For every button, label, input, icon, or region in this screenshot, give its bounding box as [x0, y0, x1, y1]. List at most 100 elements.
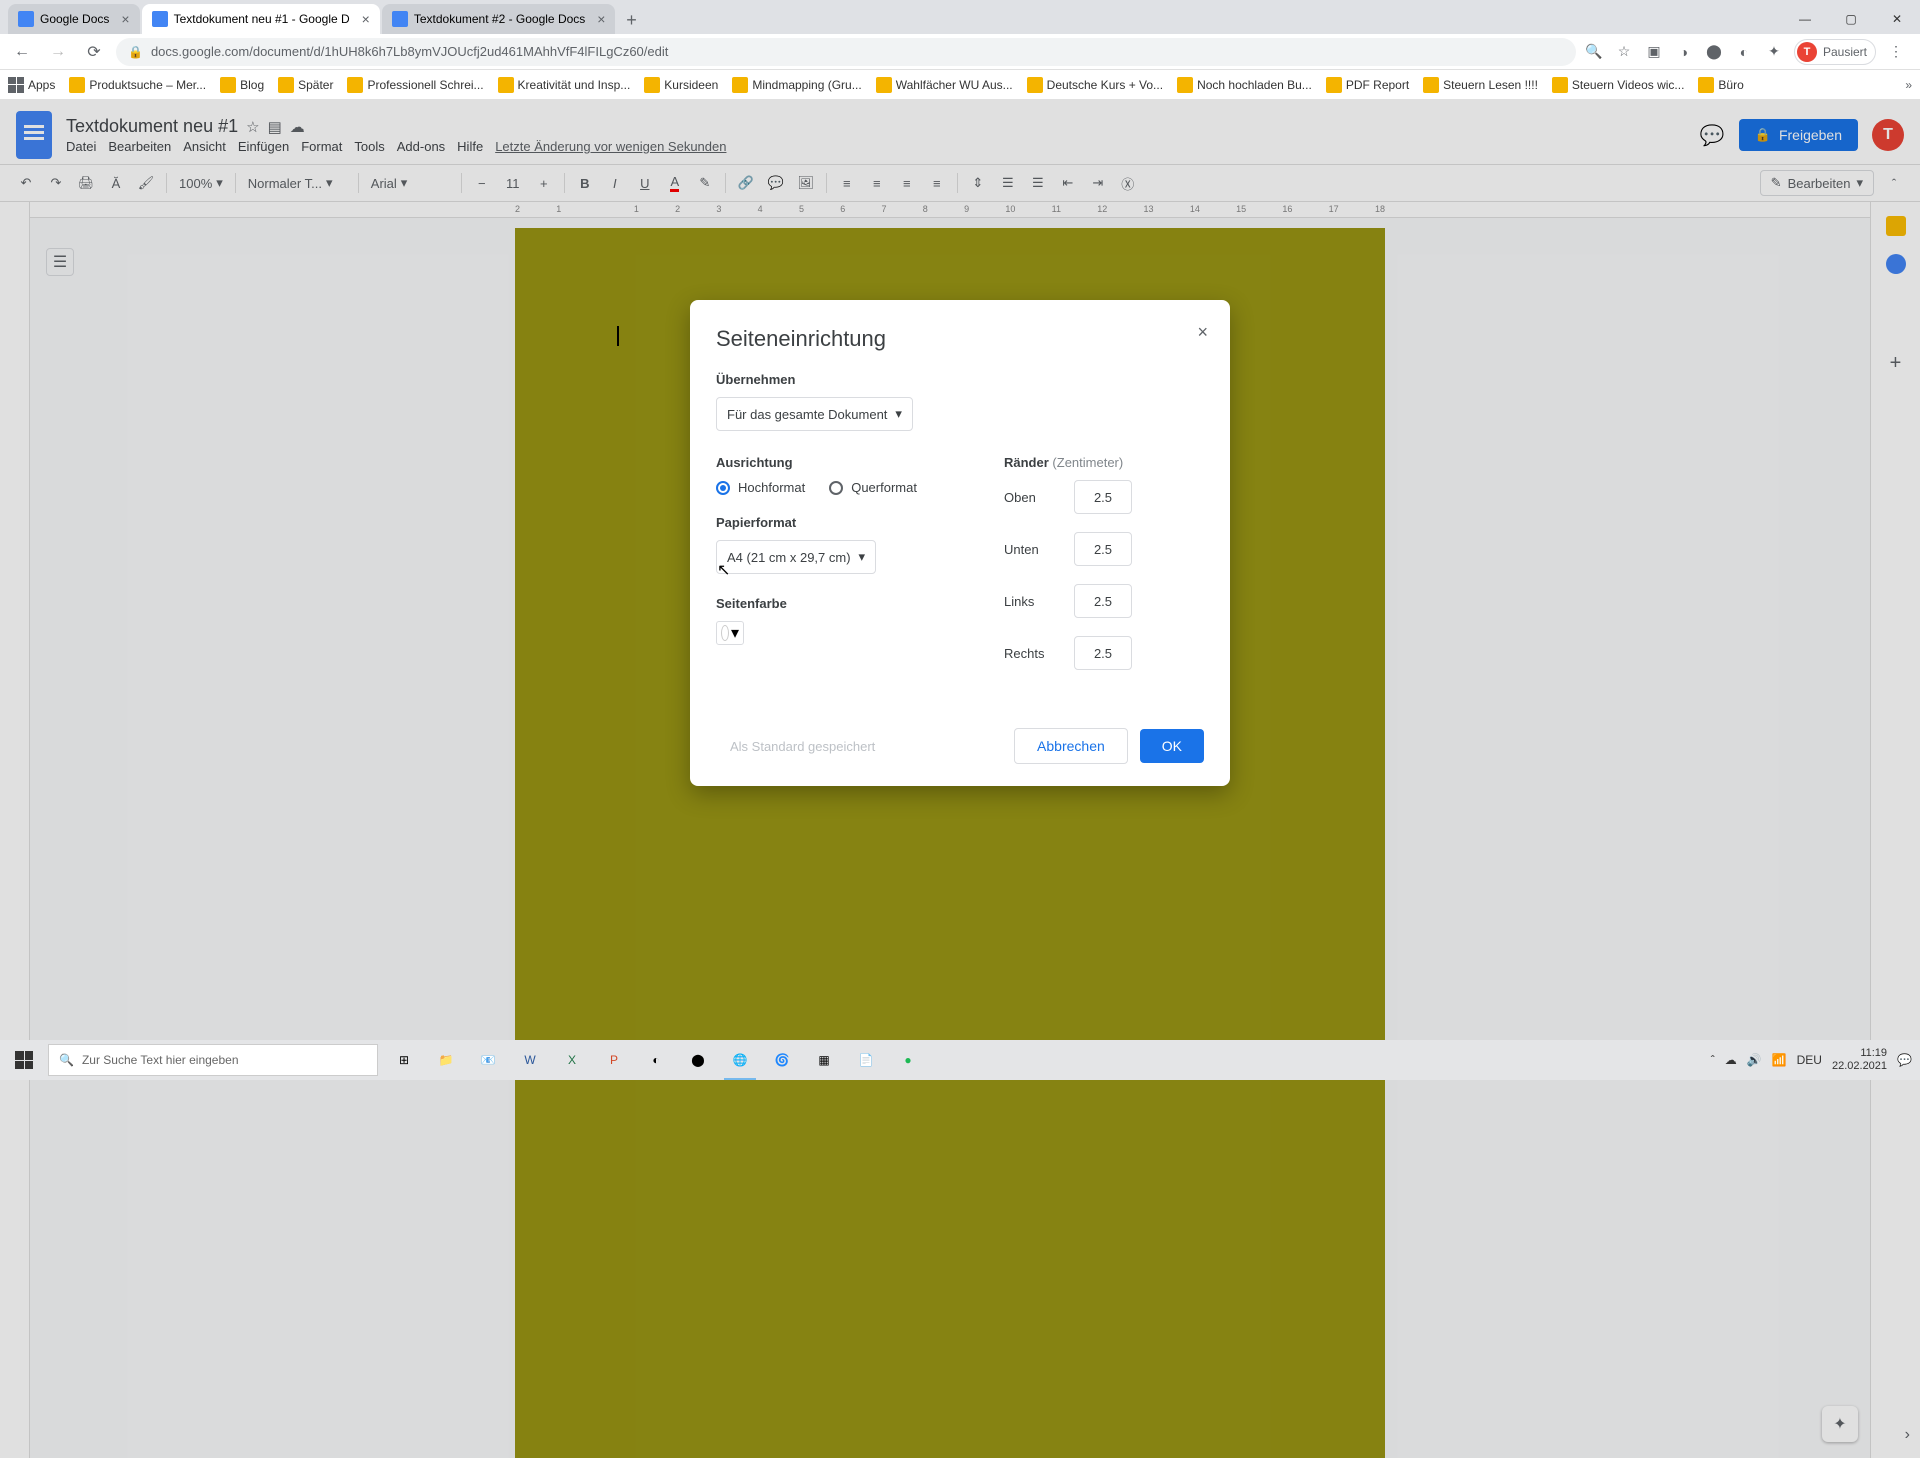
powerpoint-icon[interactable]: P: [594, 1040, 634, 1080]
close-window-button[interactable]: ✕: [1874, 4, 1920, 34]
zoom-icon[interactable]: 🔍: [1584, 42, 1604, 62]
app-icon[interactable]: ▦: [804, 1040, 844, 1080]
language-indicator[interactable]: DEU: [1797, 1053, 1822, 1067]
tab-title: Google Docs: [40, 12, 109, 26]
color-circle-icon: [721, 625, 729, 641]
start-button[interactable]: [0, 1040, 48, 1080]
excel-icon[interactable]: X: [552, 1040, 592, 1080]
bookmark-item[interactable]: Noch hochladen Bu...: [1177, 77, 1312, 93]
app-icon[interactable]: ◐: [636, 1040, 676, 1080]
back-button[interactable]: ←: [8, 38, 36, 66]
bookmark-item[interactable]: Deutsche Kurs + Vo...: [1027, 77, 1163, 93]
bookmark-item[interactable]: Kreativität und Insp...: [498, 77, 631, 93]
extension-icon[interactable]: ⬤: [1704, 42, 1724, 62]
margin-right-input[interactable]: [1074, 636, 1132, 670]
browser-menu-icon[interactable]: ⋮: [1886, 42, 1906, 62]
bookmark-item[interactable]: Büro: [1698, 77, 1743, 93]
page-color-select[interactable]: ▾: [716, 621, 744, 645]
bookmarks-overflow-icon[interactable]: »: [1905, 78, 1912, 92]
margins-label: Ränder (Zentimeter): [1004, 455, 1204, 470]
bookmark-item[interactable]: Professionell Schrei...: [347, 77, 483, 93]
bookmark-item[interactable]: Produktsuche – Mer...: [69, 77, 206, 93]
browser-titlebar: Google Docs × Textdokument neu #1 - Goog…: [0, 0, 1920, 34]
folder-icon: [278, 77, 294, 93]
orientation-label: Ausrichtung: [716, 455, 954, 470]
orientation-portrait-radio[interactable]: Hochformat: [716, 480, 805, 495]
close-icon[interactable]: ×: [362, 11, 370, 27]
extensions-menu-icon[interactable]: ✦: [1764, 42, 1784, 62]
tab-title: Textdokument #2 - Google Docs: [414, 12, 585, 26]
chevron-down-icon: ▾: [895, 406, 902, 422]
maximize-button[interactable]: ▢: [1828, 4, 1874, 34]
margin-top-input[interactable]: [1074, 480, 1132, 514]
bookmark-item[interactable]: Wahlfächer WU Aus...: [876, 77, 1013, 93]
minimize-button[interactable]: —: [1782, 4, 1828, 34]
taskbar-search-input[interactable]: 🔍 Zur Suche Text hier eingeben: [48, 1044, 378, 1076]
close-icon[interactable]: ×: [597, 11, 605, 27]
notifications-icon[interactable]: 💬: [1897, 1053, 1912, 1067]
margin-bottom-input[interactable]: [1074, 532, 1132, 566]
explorer-icon[interactable]: 📁: [426, 1040, 466, 1080]
cancel-button[interactable]: Abbrechen: [1014, 728, 1128, 764]
close-icon[interactable]: ×: [121, 11, 129, 27]
system-tray: ˆ ☁ 🔊 📶 DEU 11:19 22.02.2021 💬: [1711, 1047, 1920, 1073]
apply-to-select[interactable]: Für das gesamte Dokument▾: [716, 397, 913, 431]
chevron-down-icon: ▾: [731, 623, 739, 643]
folder-icon: [644, 77, 660, 93]
url-text: docs.google.com/document/d/1hUH8k6h7Lb8y…: [151, 44, 668, 59]
margin-bottom-label: Unten: [1004, 542, 1074, 557]
bookmark-item[interactable]: Steuern Lesen !!!!: [1423, 77, 1538, 93]
folder-icon: [347, 77, 363, 93]
url-input[interactable]: 🔒 docs.google.com/document/d/1hUH8k6h7Lb…: [116, 38, 1576, 66]
browser-tabs: Google Docs × Textdokument neu #1 - Goog…: [0, 0, 645, 34]
volume-icon[interactable]: 🔊: [1747, 1053, 1762, 1067]
bookmark-item[interactable]: Steuern Videos wic...: [1552, 77, 1685, 93]
folder-icon: [1698, 77, 1714, 93]
task-view-button[interactable]: ⊞: [384, 1040, 424, 1080]
bookmark-item[interactable]: Mindmapping (Gru...: [732, 77, 861, 93]
address-bar: ← → ⟳ 🔒 docs.google.com/document/d/1hUH8…: [0, 34, 1920, 70]
margin-top-label: Oben: [1004, 490, 1074, 505]
clock[interactable]: 11:19 22.02.2021: [1832, 1047, 1887, 1073]
paper-size-select[interactable]: A4 (21 cm x 29,7 cm)▾: [716, 540, 876, 574]
ok-button[interactable]: OK: [1140, 729, 1204, 763]
tab-title: Textdokument neu #1 - Google D: [174, 12, 350, 26]
extension-icon[interactable]: ▣: [1644, 42, 1664, 62]
margin-right-label: Rechts: [1004, 646, 1074, 661]
extension-icon[interactable]: ◑: [1674, 42, 1694, 62]
browser-tab[interactable]: Google Docs ×: [8, 4, 140, 34]
bookmark-item[interactable]: Später: [278, 77, 333, 93]
orientation-landscape-radio[interactable]: Querformat: [829, 480, 917, 495]
profile-button[interactable]: T Pausiert: [1794, 39, 1876, 65]
avatar-icon: T: [1797, 42, 1817, 62]
page-color-label: Seitenfarbe: [716, 596, 954, 611]
bookmark-item[interactable]: Kursideen: [644, 77, 718, 93]
forward-button[interactable]: →: [44, 38, 72, 66]
reload-button[interactable]: ⟳: [80, 38, 108, 66]
browser-tab[interactable]: Textdokument neu #1 - Google D ×: [142, 4, 380, 34]
chrome-icon[interactable]: 🌐: [720, 1040, 760, 1080]
lock-icon: 🔒: [128, 45, 143, 59]
app-icon[interactable]: ⬤: [678, 1040, 718, 1080]
apps-icon: [8, 77, 24, 93]
margin-left-input[interactable]: [1074, 584, 1132, 618]
chevron-down-icon: ▾: [859, 549, 866, 565]
dialog-close-button[interactable]: ×: [1197, 322, 1208, 343]
extension-icon[interactable]: ◐: [1734, 42, 1754, 62]
mail-icon[interactable]: 📧: [468, 1040, 508, 1080]
spotify-icon[interactable]: ●: [888, 1040, 928, 1080]
word-icon[interactable]: W: [510, 1040, 550, 1080]
bookmark-star-icon[interactable]: ☆: [1614, 42, 1634, 62]
notepad-icon[interactable]: 📄: [846, 1040, 886, 1080]
edge-icon[interactable]: 🌀: [762, 1040, 802, 1080]
tray-chevron-icon[interactable]: ˆ: [1711, 1053, 1715, 1067]
wifi-icon[interactable]: 📶: [1772, 1053, 1787, 1067]
browser-tab[interactable]: Textdokument #2 - Google Docs ×: [382, 4, 616, 34]
bookmark-item[interactable]: PDF Report: [1326, 77, 1409, 93]
folder-icon: [1552, 77, 1568, 93]
onedrive-icon[interactable]: ☁: [1725, 1053, 1737, 1067]
bookmark-item[interactable]: Blog: [220, 77, 264, 93]
apps-button[interactable]: Apps: [8, 77, 55, 93]
new-tab-button[interactable]: +: [617, 6, 645, 34]
docs-favicon: [152, 11, 168, 27]
